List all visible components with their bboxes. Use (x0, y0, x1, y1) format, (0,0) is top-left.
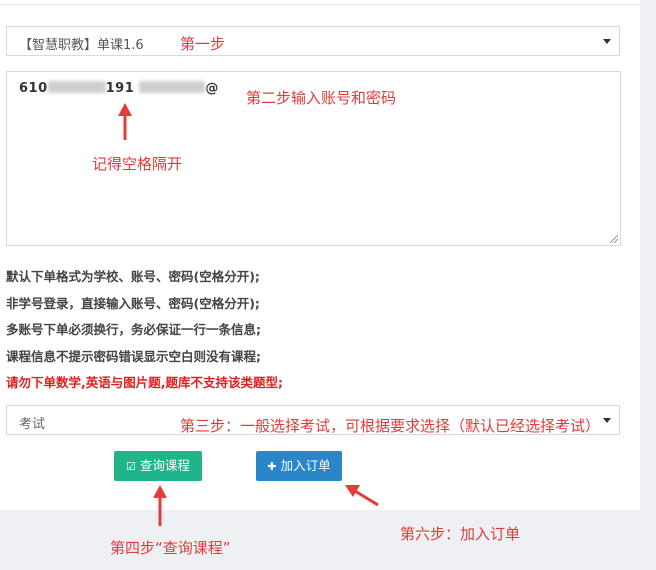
annotation-arrows (118, 103, 379, 526)
arrow-head-icon (118, 103, 132, 116)
arrow-head-icon (153, 485, 167, 498)
arrow-diagonal-icon (354, 489, 379, 507)
